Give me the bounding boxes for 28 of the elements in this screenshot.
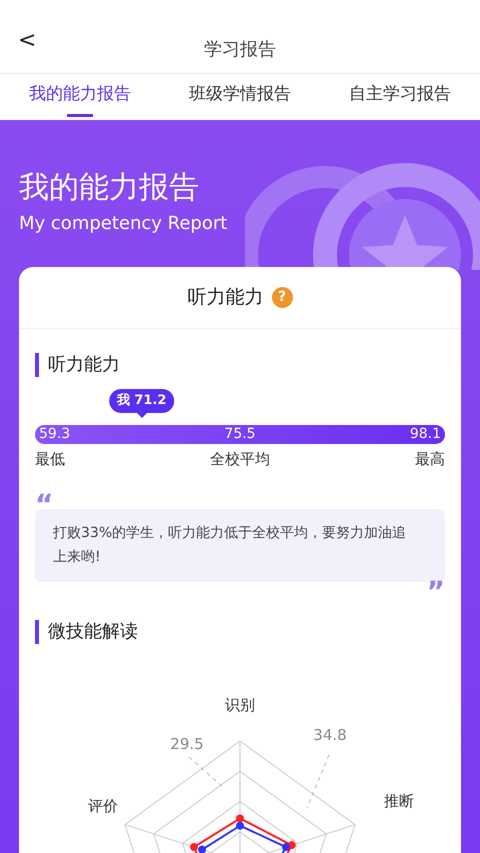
back-button[interactable]: < <box>18 30 36 52</box>
section-heading: 微技能解读 <box>35 620 445 644</box>
tab[interactable]: 班级学情报告 <box>189 74 291 114</box>
data-point <box>282 842 290 851</box>
banner-title: 我的能力报告 <box>19 170 199 205</box>
banner-subtitle: My competency Report <box>19 213 228 234</box>
data-point <box>190 842 198 851</box>
section-heading: 听力能力 <box>35 353 445 377</box>
page-title: 学习报告 <box>204 39 276 60</box>
radar-value-label: 34.8 <box>313 726 347 744</box>
radar-axis-label: 识别 <box>225 696 255 714</box>
tooltip-pointer <box>136 412 148 418</box>
radar-value-label: 29.5 <box>170 734 204 752</box>
leader-line <box>188 756 224 788</box>
tab[interactable]: 我的能力报告 <box>29 74 131 114</box>
min-score: 59.3 <box>39 425 70 444</box>
average-label: 全校平均 <box>210 449 270 470</box>
card-title: 听力能力 <box>188 285 264 310</box>
leader-line <box>306 754 330 808</box>
tab[interactable]: 自主学习报告 <box>349 74 451 114</box>
my-score-tooltip: 我 71.2 <box>108 389 174 412</box>
max-label: 最高 <box>415 449 445 470</box>
radar-axis-label: 评价 <box>88 796 118 814</box>
quote-text: 打败33%的学生，听力能力低于全校平均，要努力加油追上来哟! <box>35 508 445 582</box>
min-label: 最低 <box>35 449 65 470</box>
radar-axis-label: 推断 <box>384 792 414 810</box>
average-score: 75.5 <box>224 425 256 444</box>
max-score: 98.1 <box>410 425 441 444</box>
